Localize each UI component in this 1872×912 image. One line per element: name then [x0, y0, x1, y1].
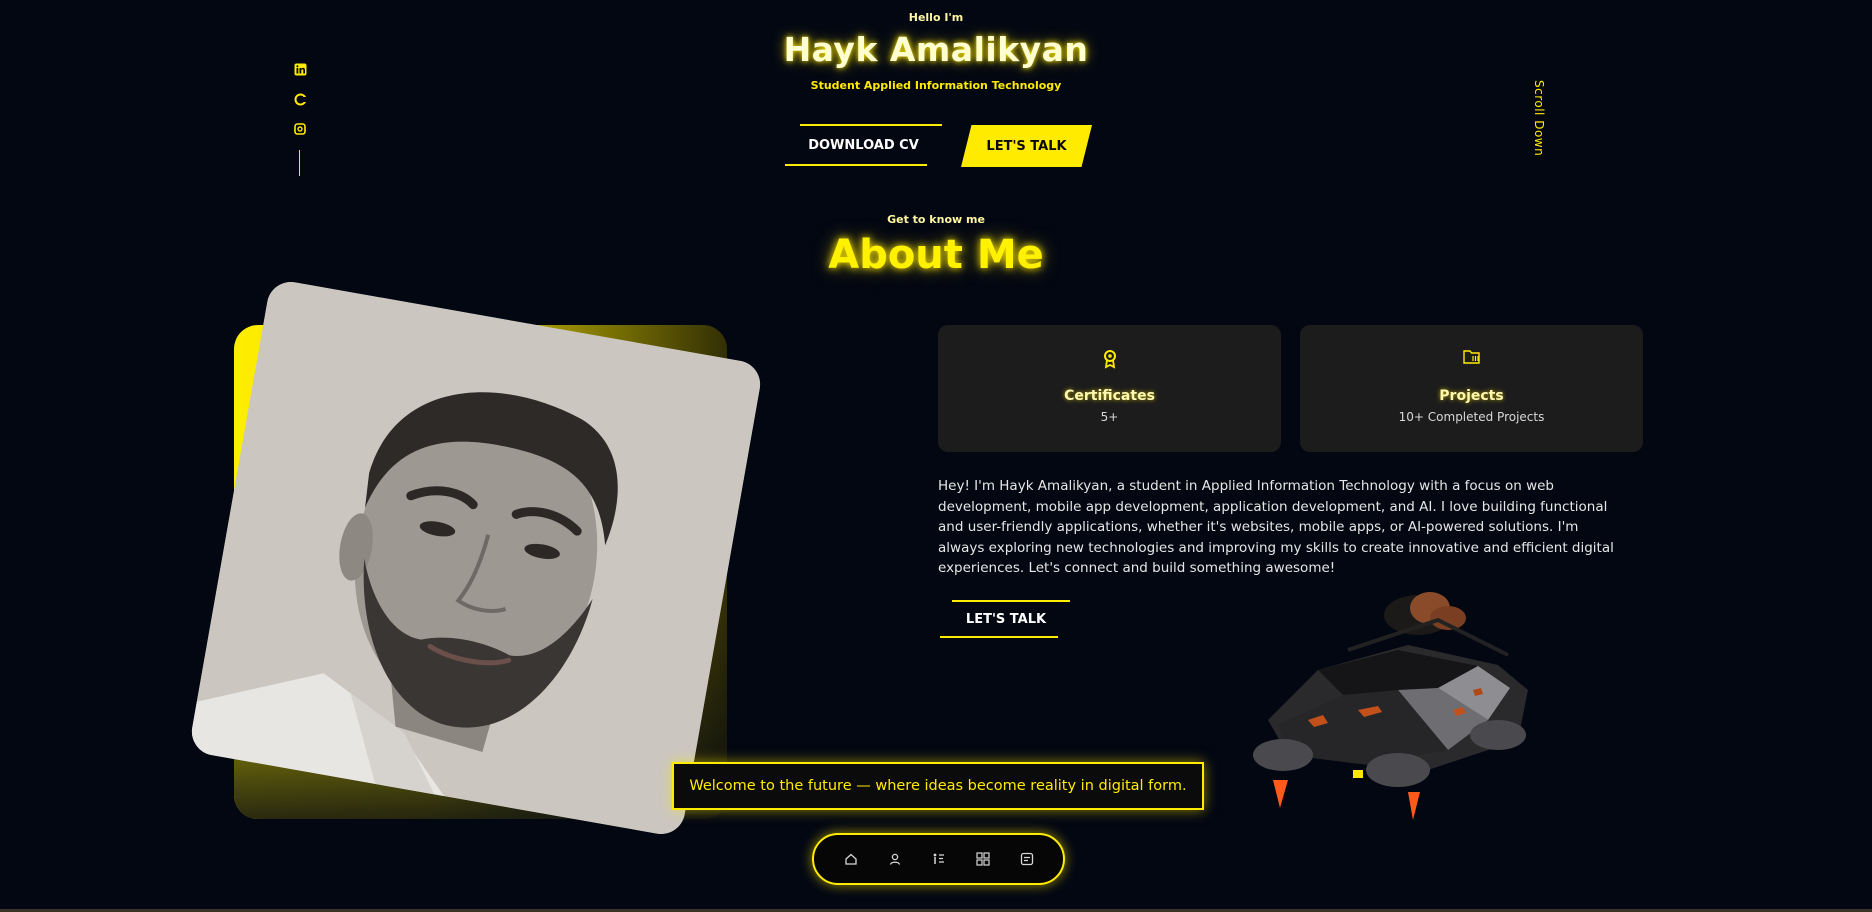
hero-name: Hayk Amalikyan — [783, 30, 1089, 69]
download-cv-label: DOWNLOAD CV — [808, 137, 919, 153]
github-icon[interactable] — [292, 91, 308, 107]
about-lets-talk-label: LET'S TALK — [965, 611, 1047, 627]
hero-tagline: Student Applied Information Technology — [810, 79, 1062, 92]
card-title: Projects — [1439, 388, 1504, 404]
home-icon[interactable] — [843, 851, 859, 867]
card-title: Certificates — [1064, 388, 1155, 404]
about-kicker: Get to know me — [887, 213, 985, 226]
user-icon[interactable] — [887, 851, 903, 867]
social-divider — [299, 150, 300, 176]
certificates-card: Certificates 5+ — [938, 325, 1281, 452]
grid-icon[interactable] — [975, 851, 991, 867]
about-bio: Hey! I'm Hayk Amalikyan, a student in Ap… — [938, 478, 1614, 576]
greeting: Hello I'm — [908, 11, 964, 24]
folder-icon — [1300, 349, 1643, 369]
card-value: 10+ Completed Projects — [1398, 410, 1545, 424]
card-value: 5+ — [1100, 410, 1119, 424]
scroll-down-link[interactable]: Scroll Down — [1532, 80, 1546, 156]
instagram-icon[interactable] — [292, 121, 308, 137]
experience-icon[interactable] — [931, 851, 947, 867]
bottom-nav-dock — [812, 833, 1065, 885]
portrait-photo — [188, 278, 764, 838]
about-title: About Me — [828, 232, 1044, 278]
download-cv-button[interactable]: DOWNLOAD CV — [785, 124, 942, 166]
linkedin-icon[interactable] — [292, 61, 308, 77]
welcome-banner: Welcome to the future — where ideas beco… — [672, 762, 1204, 810]
award-icon — [938, 349, 1281, 369]
message-icon[interactable] — [1019, 851, 1035, 867]
projects-card: Projects 10+ Completed Projects — [1300, 325, 1643, 452]
lets-talk-button[interactable]: LET'S TALK — [961, 125, 1092, 167]
welcome-banner-text: Welcome to the future — where ideas beco… — [689, 778, 1187, 794]
about-lets-talk-button[interactable]: LET'S TALK — [940, 600, 1072, 638]
flying-car-illustration — [1248, 570, 1538, 830]
